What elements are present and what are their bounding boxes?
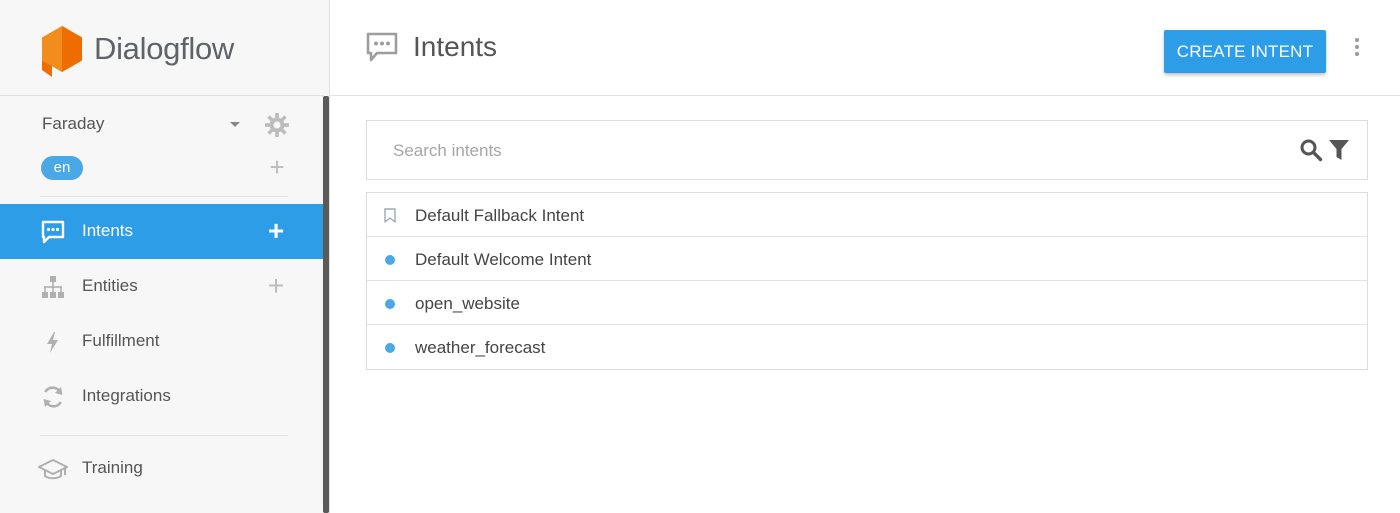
language-badge[interactable]: en (41, 156, 83, 180)
agent-name[interactable]: Faraday (42, 114, 104, 134)
bolt-icon (47, 332, 58, 353)
bookmark-icon (384, 208, 396, 223)
intent-name[interactable]: open_website (415, 294, 520, 314)
logo-area: Dialogflow (0, 0, 324, 96)
page-title: Intents (413, 31, 498, 62)
chat-icon (41, 220, 65, 244)
filter-icon[interactable] (1328, 138, 1350, 162)
sidebar-item-entities[interactable]: Entities + (0, 259, 323, 314)
entities-icon (42, 276, 64, 298)
intent-status-dot (385, 299, 395, 309)
app-name[interactable]: Dialogflow (94, 31, 234, 67)
intent-status-dot (385, 343, 395, 353)
main-content: Intents CREATE INTENT Default Fallback I… (330, 0, 1400, 513)
add-language-icon[interactable]: + (266, 154, 288, 180)
gear-icon[interactable] (264, 112, 290, 138)
sidebar-divider (40, 196, 288, 197)
page-header: Intents CREATE INTENT (330, 0, 1400, 96)
sidebar-item-label: Fulfillment (82, 331, 160, 350)
sidebar-item-training[interactable]: Training (0, 441, 323, 496)
add-entity-icon[interactable]: + (264, 272, 288, 300)
create-intent-button[interactable]: CREATE INTENT (1164, 30, 1326, 73)
search-icon[interactable] (1299, 138, 1323, 162)
intent-row[interactable]: weather_forecast (367, 325, 1367, 369)
add-intent-icon[interactable]: + (264, 217, 288, 245)
intent-status-dot (385, 255, 395, 265)
chat-icon (366, 32, 398, 62)
sidebar-divider (40, 435, 288, 436)
sidebar-item-integrations[interactable]: Integrations (0, 369, 323, 424)
intent-list: Default Fallback Intent Default Welcome … (366, 192, 1368, 370)
app-root: Dialogflow Faraday en + Intents + Entiti… (0, 0, 1400, 513)
dialogflow-logo-icon (42, 26, 82, 77)
sidebar-item-intents[interactable]: Intents + (0, 204, 323, 259)
intent-row[interactable]: open_website (367, 281, 1367, 325)
intent-row[interactable]: Default Fallback Intent (367, 193, 1367, 237)
sidebar-item-label: Entities (82, 276, 138, 295)
sidebar: Dialogflow Faraday en + Intents + Entiti… (0, 0, 330, 513)
intent-row[interactable]: Default Welcome Intent (367, 237, 1367, 281)
sidebar-item-label: Integrations (82, 386, 171, 405)
sidebar-item-label: Intents (82, 221, 134, 240)
intent-name[interactable]: weather_forecast (415, 338, 545, 358)
sidebar-item-label: Training (82, 458, 143, 477)
sidebar-scrollbar[interactable] (323, 96, 329, 513)
language-row: en + (0, 150, 320, 186)
sidebar-item-fulfillment[interactable]: Fulfillment (0, 314, 323, 369)
search-box (366, 120, 1368, 180)
sync-icon (43, 386, 63, 408)
graduation-cap-icon (38, 458, 68, 480)
chevron-down-icon[interactable] (230, 122, 240, 127)
more-vert-icon[interactable] (1352, 38, 1362, 62)
intent-name[interactable]: Default Welcome Intent (415, 250, 591, 270)
search-input[interactable] (393, 139, 1273, 163)
intent-name[interactable]: Default Fallback Intent (415, 206, 584, 226)
agent-selector[interactable]: Faraday (0, 104, 320, 144)
